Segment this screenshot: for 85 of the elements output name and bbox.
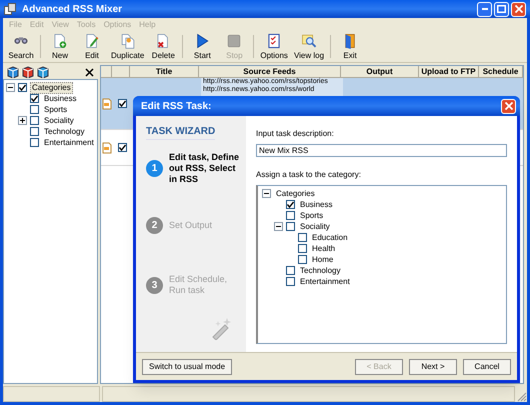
checkbox[interactable]: [118, 143, 127, 152]
close-button[interactable]: [501, 98, 516, 114]
checkbox[interactable]: [118, 99, 127, 108]
tree-item[interactable]: Categories: [274, 188, 317, 200]
field-label: Assign a task to the category:: [256, 169, 362, 181]
step-number: 1: [146, 160, 163, 177]
checkbox[interactable]: [30, 105, 39, 114]
collapse-icon[interactable]: [262, 189, 271, 198]
tree-item[interactable]: Categories: [30, 82, 73, 94]
dialog-button[interactable]: Cancel: [463, 358, 511, 374]
toolbar-button[interactable]: Exit: [334, 31, 366, 62]
step-label: Set Output: [169, 220, 214, 231]
checkbox[interactable]: [298, 244, 307, 253]
dialog-title: Edit RSS Task:: [141, 100, 212, 114]
tree-item[interactable]: Business: [42, 92, 78, 104]
tree-item[interactable]: Technology: [298, 264, 342, 276]
field-label: Input task description:: [256, 128, 335, 140]
tree-item[interactable]: Health: [310, 242, 338, 254]
maximize-icon: [497, 5, 506, 13]
toolbar-button[interactable]: Start: [186, 31, 218, 62]
documents-icon: [120, 33, 136, 49]
checkbox[interactable]: [30, 138, 39, 147]
tree-item[interactable]: Sports: [298, 210, 326, 222]
step-label: Edit Schedule, Run task: [169, 274, 228, 296]
checkbox[interactable]: [18, 83, 27, 92]
window-title: Advanced RSS Mixer: [22, 2, 124, 16]
checkbox[interactable]: [30, 127, 39, 136]
toolbar-button[interactable]: Search: [5, 31, 37, 62]
toolbar-button[interactable]: Duplicate: [108, 31, 148, 62]
tree-item[interactable]: Education: [310, 232, 350, 244]
checkbox[interactable]: [30, 94, 39, 103]
document-pencil-icon: [84, 33, 100, 49]
column-header[interactable]: Schedule: [479, 66, 523, 77]
minimize-icon: [482, 8, 488, 10]
dialog-button[interactable]: Next >: [409, 358, 457, 374]
checklist-icon: [266, 33, 282, 49]
magnifier-icon: [300, 33, 317, 49]
checkbox[interactable]: [286, 200, 295, 209]
description-field[interactable]: New Mix RSS: [256, 144, 507, 157]
expand-icon[interactable]: [18, 116, 27, 125]
tree-item[interactable]: Entertainment: [298, 276, 352, 288]
resize-grip-icon: [517, 392, 527, 402]
tree-item[interactable]: Entertainment: [42, 136, 96, 148]
tree-item[interactable]: Business: [298, 198, 334, 210]
checkbox[interactable]: [30, 116, 39, 125]
check-icon: [287, 201, 294, 208]
column-header[interactable]: Output: [341, 66, 419, 77]
check-icon: [119, 100, 126, 107]
app-icon: [4, 3, 16, 15]
step-label: Edit task, Define out RSS, Select in RSS: [169, 152, 240, 185]
collapse-icon[interactable]: [274, 222, 283, 231]
checkbox[interactable]: [286, 222, 295, 231]
tree-item[interactable]: Home: [310, 254, 336, 266]
column-header[interactable]: Source Feeds: [199, 66, 341, 77]
toolbar-button[interactable]: Options: [257, 31, 291, 62]
step-number: 3: [146, 276, 163, 294]
wizard-title: TASK WIZARD: [146, 124, 216, 140]
toolbar-button[interactable]: Delete: [147, 31, 180, 62]
checkbox[interactable]: [298, 255, 307, 264]
close-button[interactable]: [511, 2, 526, 16]
close-icon: [514, 5, 522, 13]
minimize-button[interactable]: [477, 2, 492, 16]
toolbar-button[interactable]: Edit: [76, 31, 108, 62]
column-header[interactable]: Title: [130, 66, 199, 77]
column-header[interactable]: Upload to FTP: [419, 66, 479, 77]
tree-item[interactable]: Sociality: [298, 220, 332, 232]
maximize-button[interactable]: [494, 2, 509, 16]
checkbox[interactable]: [298, 233, 307, 242]
toolbar-button[interactable]: New: [44, 31, 76, 62]
toolbar-button[interactable]: View log: [290, 31, 328, 62]
dialog-button[interactable]: Switch to usual mode: [142, 358, 232, 374]
step-number: 2: [146, 217, 163, 234]
document-plus-icon: [52, 33, 68, 49]
check-icon: [119, 144, 126, 151]
stop-icon: [226, 33, 242, 49]
checkbox[interactable]: [286, 211, 295, 220]
wizard-step[interactable]: 1 Edit task, Define out RSS, Select in RSS: [146, 152, 246, 185]
checkbox[interactable]: [286, 277, 295, 286]
checkbox[interactable]: [286, 266, 295, 275]
close-icon: [85, 68, 94, 76]
tree-item[interactable]: Sports: [42, 104, 70, 116]
close-icon: [504, 102, 512, 110]
collapse-icon[interactable]: [6, 83, 15, 92]
tree-item[interactable]: Technology: [42, 126, 86, 138]
tree-item[interactable]: Sociality: [42, 114, 76, 126]
